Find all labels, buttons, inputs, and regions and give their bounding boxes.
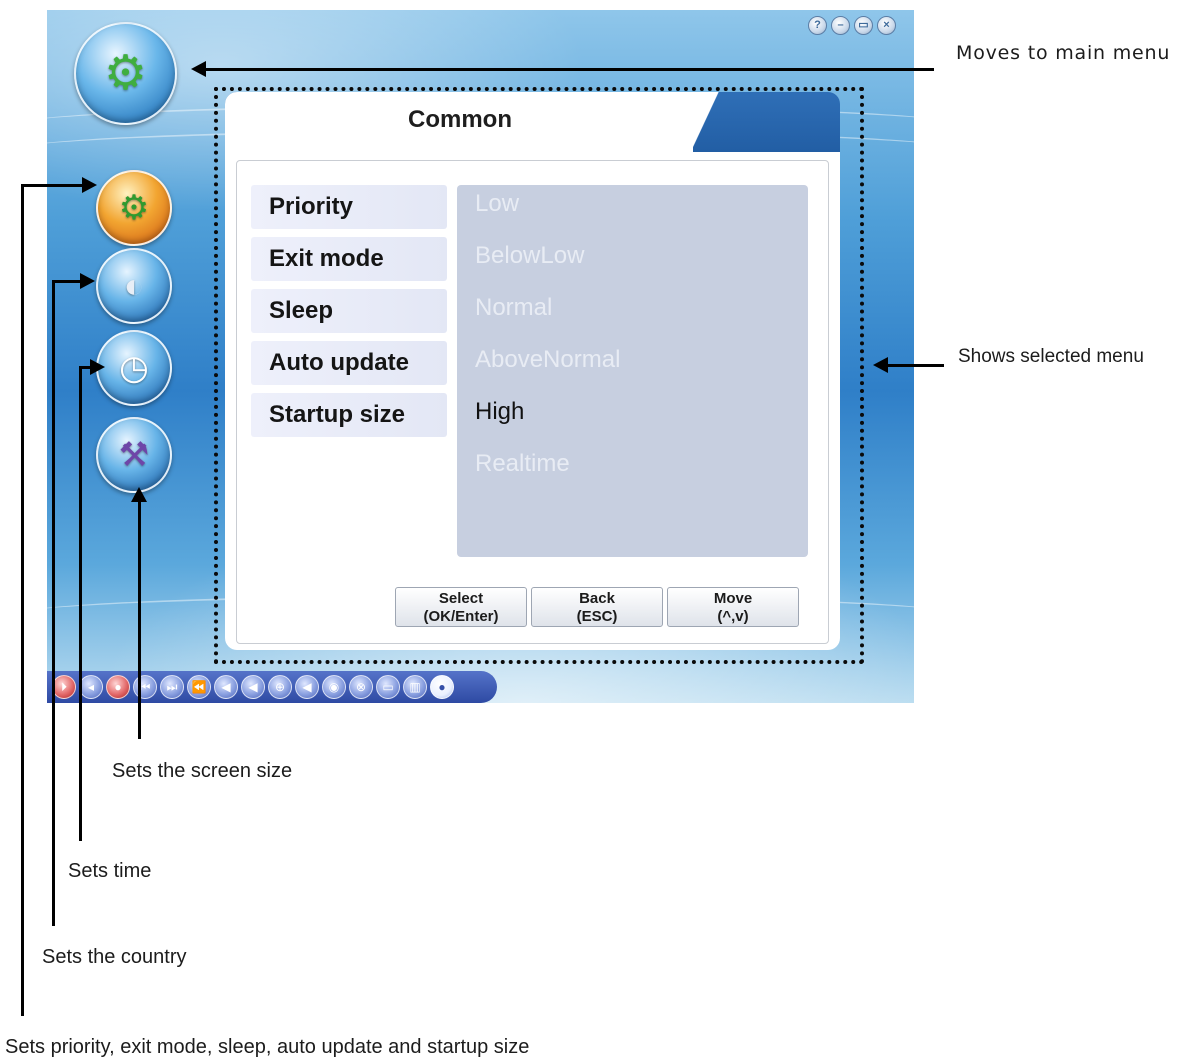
annotation-priority: Sets priority, exit mode, sleep, auto up… bbox=[5, 1036, 530, 1058]
back-icon[interactable]: ◂ bbox=[79, 675, 103, 699]
bottom-taskbar: ⏵ ◂ ● ⏮ ⏭ ⏪ ◀ ◀ ⊕ ◀ ◉ ⊗ ▭ ▥ ● bbox=[47, 671, 497, 703]
settings-icon[interactable]: ● bbox=[430, 675, 454, 699]
camera-icon[interactable]: ◉ bbox=[322, 675, 346, 699]
arrow-line bbox=[204, 68, 934, 71]
annotation-main-menu: Moves to main menu bbox=[956, 42, 1171, 64]
tools-main-icon: ⚙ bbox=[103, 46, 148, 100]
arrow-head bbox=[80, 273, 95, 289]
annotation-shows-selected-menu: Shows selected menu bbox=[958, 346, 1144, 367]
minimize-icon[interactable]: – bbox=[831, 16, 850, 35]
audio-icon[interactable]: ◀ bbox=[295, 675, 319, 699]
arrow-line bbox=[886, 364, 944, 367]
arrow-head bbox=[191, 61, 206, 77]
guide-icon[interactable]: ▥ bbox=[403, 675, 427, 699]
volume-down-icon[interactable]: ◀ bbox=[214, 675, 238, 699]
volume-icon[interactable]: ◀ bbox=[241, 675, 265, 699]
title-bar-buttons: ? – ▭ × bbox=[808, 16, 896, 35]
arrow-head bbox=[873, 357, 888, 373]
play-icon[interactable]: ⏵ bbox=[52, 675, 76, 699]
annotation-time: Sets time bbox=[68, 860, 152, 882]
close-icon[interactable]: × bbox=[877, 16, 896, 35]
next-icon[interactable]: ⏭ bbox=[160, 675, 184, 699]
globe-icon: ◐ bbox=[123, 267, 145, 305]
annotation-screen-size: Sets the screen size bbox=[112, 760, 293, 782]
time-settings-button[interactable]: ◷ bbox=[96, 330, 172, 406]
app-window: ? – ▭ × ⚙ ⚙ ◐ ◷ ⚒ Common Priority Exit m… bbox=[47, 10, 914, 703]
timer-icon[interactable]: ⊗ bbox=[349, 675, 373, 699]
annotation-country: Sets the country bbox=[42, 946, 187, 968]
common-settings-button[interactable]: ⚙ bbox=[96, 170, 172, 246]
arrow-head bbox=[90, 359, 105, 375]
arrow-line bbox=[138, 500, 141, 739]
arrow-line bbox=[21, 184, 24, 1016]
restore-icon[interactable]: ▭ bbox=[854, 16, 873, 35]
hammer-icon: ⚒ bbox=[118, 436, 150, 474]
help-icon[interactable]: ? bbox=[808, 16, 827, 35]
record-icon[interactable]: ● bbox=[106, 675, 130, 699]
zoom-in-icon[interactable]: ⊕ bbox=[268, 675, 292, 699]
gear-icon: ⚙ bbox=[118, 189, 150, 227]
arrow-head bbox=[131, 487, 147, 502]
folder-icon[interactable]: ▭ bbox=[376, 675, 400, 699]
country-settings-button[interactable]: ◐ bbox=[96, 248, 172, 324]
arrow-line bbox=[52, 280, 82, 283]
clock-icon: ◷ bbox=[119, 349, 149, 387]
previous-icon[interactable]: ⏮ bbox=[133, 675, 157, 699]
rewind-icon[interactable]: ⏪ bbox=[187, 675, 211, 699]
arrow-head bbox=[82, 177, 97, 193]
arrow-line bbox=[21, 184, 85, 187]
arrow-line bbox=[52, 280, 55, 926]
main-menu-button[interactable]: ⚙ bbox=[74, 22, 177, 125]
selected-menu-highlight bbox=[214, 87, 864, 664]
screen-size-settings-button[interactable]: ⚒ bbox=[96, 417, 172, 493]
arrow-line bbox=[79, 366, 82, 841]
